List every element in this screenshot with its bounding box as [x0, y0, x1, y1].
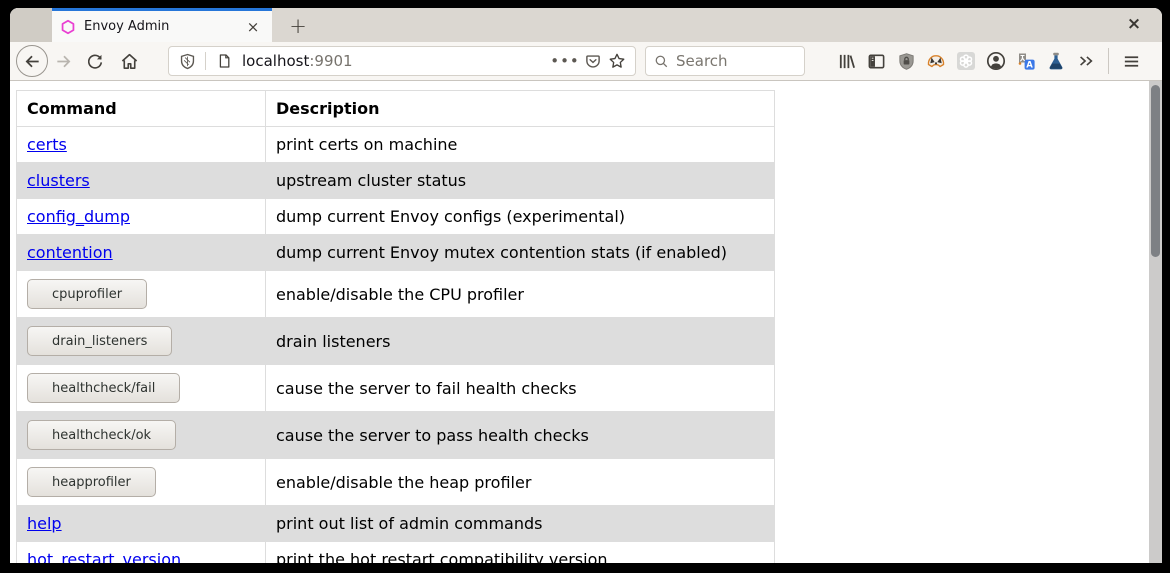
table-row: drain_listeners drain listeners — [17, 318, 775, 365]
tracking-shield-icon[interactable] — [175, 49, 199, 73]
translate-icon[interactable]: A — [1011, 47, 1041, 75]
command-description: enable/disable the heap profiler — [266, 459, 775, 506]
overflow-chevron-icon[interactable] — [1071, 47, 1101, 75]
command-description: enable/disable the CPU profiler — [266, 271, 775, 318]
navigation-toolbar: localhost:9901 ••• Search — [10, 42, 1162, 81]
library-icon[interactable] — [831, 47, 861, 75]
toolbar-icon-cluster: A — [831, 47, 1146, 75]
command-cell: cpuprofiler — [17, 271, 266, 318]
table-row: clusters upstream cluster status — [17, 163, 775, 199]
new-tab-button[interactable]: + — [282, 11, 314, 41]
reload-button[interactable] — [82, 48, 108, 74]
svg-text:A: A — [1026, 60, 1033, 70]
privacy-badger-icon[interactable] — [921, 47, 951, 75]
command-link[interactable]: config_dump — [27, 207, 130, 226]
command-button[interactable]: healthcheck/ok — [27, 420, 176, 450]
command-description: cause the server to fail health checks — [266, 365, 775, 412]
command-button[interactable]: cpuprofiler — [27, 279, 147, 309]
table-row: heapprofiler enable/disable the heap prof… — [17, 459, 775, 506]
page-content: Command Description certs print certs on … — [10, 81, 1162, 563]
url-text[interactable]: localhost:9901 — [242, 52, 549, 70]
command-cell: drain_listeners — [17, 318, 266, 365]
account-icon[interactable] — [981, 47, 1011, 75]
shield-lock-icon[interactable] — [891, 47, 921, 75]
command-cell: clusters — [17, 163, 266, 199]
table-row: contention dump current Envoy mutex conte… — [17, 235, 775, 271]
command-cell: certs — [17, 127, 266, 163]
menu-icon[interactable] — [1116, 47, 1146, 75]
command-cell: healthcheck/ok — [17, 412, 266, 459]
tab-envoy-admin[interactable]: Envoy Admin × — [52, 8, 272, 42]
command-cell: heapprofiler — [17, 459, 266, 506]
home-button[interactable] — [116, 48, 142, 74]
titlebar-spacer — [10, 8, 52, 42]
atom-extension-icon[interactable] — [951, 47, 981, 75]
column-header-description: Description — [266, 91, 775, 127]
command-description: dump current Envoy mutex contention stat… — [266, 235, 775, 271]
command-link[interactable]: certs — [27, 135, 67, 154]
command-description: print certs on machine — [266, 127, 775, 163]
page-actions-icon[interactable]: ••• — [549, 49, 581, 73]
table-row: certs print certs on machine — [17, 127, 775, 163]
table-header-row: Command Description — [17, 91, 775, 127]
scrollbar-thumb[interactable] — [1151, 85, 1160, 257]
command-link[interactable]: contention — [27, 243, 113, 262]
envoy-hexagon-icon — [60, 19, 76, 35]
column-header-command: Command — [17, 91, 266, 127]
command-description: upstream cluster status — [266, 163, 775, 199]
command-link[interactable]: clusters — [27, 171, 90, 190]
toolbar-separator — [1108, 48, 1109, 74]
tab-bar: Envoy Admin × + × — [10, 8, 1162, 42]
command-description: drain listeners — [266, 318, 775, 365]
forward-button[interactable] — [50, 48, 76, 74]
table-row: help print out list of admin commands — [17, 506, 775, 542]
command-cell: help — [17, 506, 266, 542]
tab-title: Envoy Admin — [84, 19, 242, 34]
admin-commands-table: Command Description certs print certs on … — [16, 90, 775, 563]
bookmark-star-icon[interactable] — [605, 49, 629, 73]
table-row: config_dump dump current Envoy configs (e… — [17, 199, 775, 235]
command-button[interactable]: drain_listeners — [27, 326, 172, 356]
command-link[interactable]: hot_restart_version — [27, 550, 181, 563]
command-description: print out list of admin commands — [266, 506, 775, 542]
window-close-icon[interactable]: × — [1120, 10, 1148, 38]
table-row: cpuprofiler enable/disable the CPU profil… — [17, 271, 775, 318]
command-description: print the hot restart compatibility vers… — [266, 542, 775, 564]
urlbar-separator — [205, 52, 206, 70]
flask-icon[interactable] — [1041, 47, 1071, 75]
sidebar-icon[interactable] — [861, 47, 891, 75]
command-button[interactable]: healthcheck/fail — [27, 373, 180, 403]
pocket-icon[interactable] — [581, 49, 605, 73]
back-button[interactable] — [16, 45, 48, 77]
command-description: cause the server to pass health checks — [266, 412, 775, 459]
command-cell: hot_restart_version — [17, 542, 266, 564]
command-description: dump current Envoy configs (experimental… — [266, 199, 775, 235]
table-row: hot_restart_version print the hot restart… — [17, 542, 775, 564]
command-cell: config_dump — [17, 199, 266, 235]
search-icon — [654, 54, 669, 69]
command-link[interactable]: help — [27, 514, 62, 533]
search-bar[interactable]: Search — [645, 46, 805, 76]
page-scrollbar[interactable] — [1149, 81, 1162, 563]
command-cell: contention — [17, 235, 266, 271]
command-cell: healthcheck/fail — [17, 365, 266, 412]
table-row: healthcheck/fail cause the server to fail… — [17, 365, 775, 412]
table-row: healthcheck/ok cause the server to pass h… — [17, 412, 775, 459]
url-bar[interactable]: localhost:9901 ••• — [168, 46, 636, 76]
command-button[interactable]: heapprofiler — [27, 467, 156, 497]
browser-window: Envoy Admin × + × localhost:9901 — [10, 8, 1162, 563]
search-placeholder: Search — [676, 52, 728, 70]
tab-close-icon[interactable]: × — [242, 16, 264, 38]
page-icon[interactable] — [212, 49, 236, 73]
